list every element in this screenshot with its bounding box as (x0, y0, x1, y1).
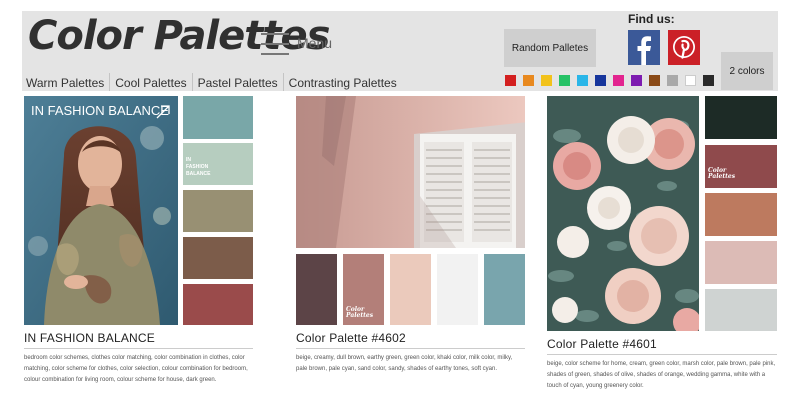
color-filter-bar (505, 75, 721, 86)
palette-swatch[interactable]: IN FASHION BALANCE (183, 143, 253, 185)
palette-swatch[interactable] (183, 96, 253, 139)
palette-nav: Warm Palettes Cool Palettes Pastel Palet… (22, 73, 402, 91)
title-divider (547, 354, 777, 355)
palette-swatch[interactable] (705, 193, 777, 236)
palette-swatch[interactable] (705, 241, 777, 284)
palette-swatch[interactable] (705, 96, 777, 139)
palette-tags: beige, color scheme for home, cream, gre… (547, 361, 776, 389)
facebook-button[interactable] (628, 30, 660, 65)
find-us-label: Find us: (628, 12, 675, 26)
nav-cool-palettes[interactable]: Cool Palettes (110, 73, 193, 91)
palette-photo-woman[interactable]: IN FASHION BALANCE (24, 96, 178, 325)
random-palettes-button[interactable]: Random Palletes (504, 29, 596, 67)
palette-card: IN FASHION BALANCE IN FASHION BALANCE IN… (24, 96, 254, 400)
palette-swatch[interactable]: Color Palettes (705, 145, 777, 188)
color-filter-cyan[interactable] (577, 75, 588, 86)
pinterest-icon (668, 30, 700, 65)
color-filter-green[interactable] (559, 75, 570, 86)
palette-swatch[interactable] (484, 254, 525, 325)
palette-swatch[interactable] (390, 254, 431, 325)
swatch-label: Color Palettes (708, 167, 736, 180)
photo-overlay-title: IN FASHION BALANCE (31, 103, 169, 118)
palette-swatch[interactable]: Color Palettes (343, 254, 384, 325)
site-header: Color Palettes Menu Random Palletes Find… (22, 11, 778, 91)
color-filter-brown[interactable] (649, 75, 660, 86)
palette-card: Color Palettes Color Palette #4601 beige… (547, 96, 778, 400)
color-filter-yellow[interactable] (541, 75, 552, 86)
arrow-up-right-icon (155, 104, 171, 125)
palette-title[interactable]: IN FASHION BALANCE (24, 331, 155, 345)
palette-photo-flowers[interactable] (547, 96, 699, 331)
palette-swatch[interactable] (705, 289, 777, 331)
palette-photo-shutter[interactable] (296, 96, 525, 248)
color-filter-orange[interactable] (523, 75, 534, 86)
palette-swatch[interactable] (183, 190, 253, 232)
color-filter-blue[interactable] (595, 75, 606, 86)
palette-swatch[interactable] (183, 237, 253, 279)
color-filter-pink[interactable] (613, 75, 624, 86)
two-colors-button[interactable]: 2 colors (721, 52, 773, 90)
palette-title[interactable]: Color Palette #4601 (547, 337, 657, 351)
menu-label[interactable]: Menu (297, 35, 332, 51)
palette-swatch[interactable] (183, 284, 253, 325)
title-divider (296, 348, 525, 349)
palette-tags: bedroom color schemes, clothes color mat… (24, 355, 248, 383)
color-filter-white[interactable] (685, 75, 696, 86)
swatch-label: Color Palettes (346, 306, 374, 319)
nav-contrasting-palettes[interactable]: Contrasting Palettes (284, 73, 402, 91)
color-filter-black[interactable] (703, 75, 714, 86)
palette-swatch[interactable] (296, 254, 337, 325)
palette-tags: beige, creamy, dull brown, earthy green,… (296, 355, 513, 372)
pinterest-button[interactable] (668, 30, 700, 65)
palette-swatch[interactable] (437, 254, 478, 325)
swatch-label: IN FASHION BALANCE (186, 157, 211, 177)
palette-card: Color Palettes Color Palette #4602 beige… (296, 96, 526, 400)
color-filter-red[interactable] (505, 75, 516, 86)
color-filter-purple[interactable] (631, 75, 642, 86)
title-divider (24, 348, 253, 349)
color-filter-gray[interactable] (667, 75, 678, 86)
palette-title[interactable]: Color Palette #4602 (296, 331, 406, 345)
nav-pastel-palettes[interactable]: Pastel Palettes (193, 73, 284, 91)
facebook-icon (628, 30, 660, 65)
nav-warm-palettes[interactable]: Warm Palettes (22, 73, 111, 91)
menu-hamburger-icon[interactable] (261, 33, 289, 55)
